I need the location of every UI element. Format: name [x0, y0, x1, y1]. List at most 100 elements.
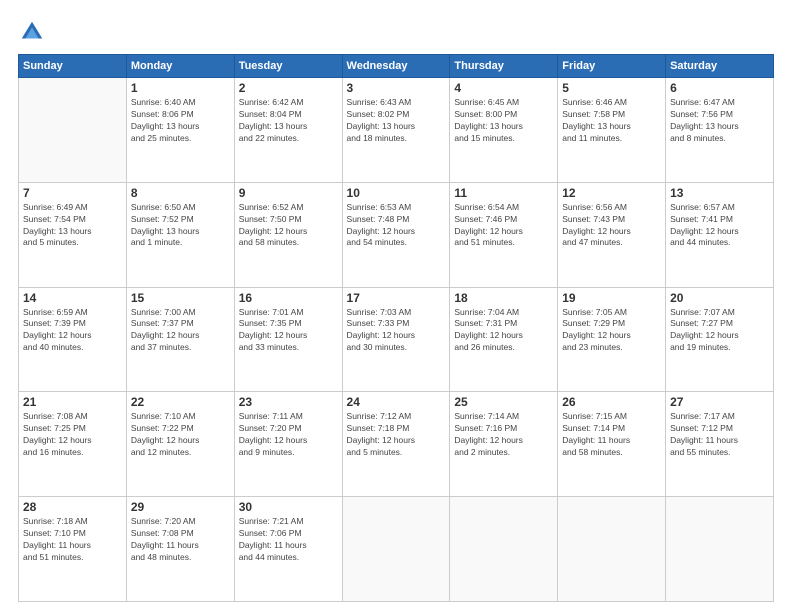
weekday-header-friday: Friday [558, 55, 666, 78]
day-info: Sunrise: 7:12 AM Sunset: 7:18 PM Dayligh… [347, 411, 446, 459]
day-info: Sunrise: 6:56 AM Sunset: 7:43 PM Dayligh… [562, 202, 661, 250]
day-number: 17 [347, 291, 446, 305]
day-number: 11 [454, 186, 553, 200]
day-info: Sunrise: 6:47 AM Sunset: 7:56 PM Dayligh… [670, 97, 769, 145]
day-info: Sunrise: 7:07 AM Sunset: 7:27 PM Dayligh… [670, 307, 769, 355]
day-number: 14 [23, 291, 122, 305]
day-info: Sunrise: 6:49 AM Sunset: 7:54 PM Dayligh… [23, 202, 122, 250]
calendar-cell: 9Sunrise: 6:52 AM Sunset: 7:50 PM Daylig… [234, 182, 342, 287]
day-info: Sunrise: 6:59 AM Sunset: 7:39 PM Dayligh… [23, 307, 122, 355]
day-number: 29 [131, 500, 230, 514]
weekday-header-monday: Monday [126, 55, 234, 78]
calendar-cell: 22 Sunrise: 7:10 AM Sunset: 7:22 PM Dayli… [126, 392, 234, 497]
day-info: Sunrise: 7:05 AM Sunset: 7:29 PM Dayligh… [562, 307, 661, 355]
calendar-cell: 30 Sunrise: 7:21 AM Sunset: 7:06 PM Dayli… [234, 497, 342, 602]
day-number: 12 [562, 186, 661, 200]
day-number: 4 [454, 81, 553, 95]
day-info: Sunrise: 6:54 AM Sunset: 7:46 PM Dayligh… [454, 202, 553, 250]
calendar-cell: 17Sunrise: 7:03 AM Sunset: 7:33 PM Dayli… [342, 287, 450, 392]
day-info: Sunrise: 6:43 AM Sunset: 8:02 PM Dayligh… [347, 97, 446, 145]
day-info: Sunrise: 6:57 AM Sunset: 7:41 PM Dayligh… [670, 202, 769, 250]
day-info: Sunrise: 7:20 AM Sunset: 7:08 PM Dayligh… [131, 516, 230, 564]
calendar-cell: 5 Sunrise: 6:46 AM Sunset: 7:58 PM Daylig… [558, 78, 666, 183]
calendar-cell: 21 Sunrise: 7:08 AM Sunset: 7:25 PM Dayli… [19, 392, 127, 497]
calendar-cell: 13 Sunrise: 6:57 AM Sunset: 7:41 PM Dayli… [666, 182, 774, 287]
day-info: Sunrise: 7:04 AM Sunset: 7:31 PM Dayligh… [454, 307, 553, 355]
day-info: Sunrise: 6:42 AM Sunset: 8:04 PM Dayligh… [239, 97, 338, 145]
day-number: 24 [347, 395, 446, 409]
day-number: 23 [239, 395, 338, 409]
day-info: Sunrise: 6:46 AM Sunset: 7:58 PM Dayligh… [562, 97, 661, 145]
calendar-week-row: 1Sunrise: 6:40 AM Sunset: 8:06 PM Daylig… [19, 78, 774, 183]
day-info: Sunrise: 6:52 AM Sunset: 7:50 PM Dayligh… [239, 202, 338, 250]
calendar-cell: 16 Sunrise: 7:01 AM Sunset: 7:35 PM Dayli… [234, 287, 342, 392]
day-number: 8 [131, 186, 230, 200]
day-info: Sunrise: 7:01 AM Sunset: 7:35 PM Dayligh… [239, 307, 338, 355]
calendar-cell: 25Sunrise: 7:14 AM Sunset: 7:16 PM Dayli… [450, 392, 558, 497]
logo [18, 18, 50, 46]
page-header [18, 18, 774, 46]
calendar-week-row: 7 Sunrise: 6:49 AM Sunset: 7:54 PM Daylig… [19, 182, 774, 287]
day-number: 19 [562, 291, 661, 305]
calendar-cell: 6 Sunrise: 6:47 AM Sunset: 7:56 PM Daylig… [666, 78, 774, 183]
weekday-header-thursday: Thursday [450, 55, 558, 78]
day-number: 20 [670, 291, 769, 305]
day-info: Sunrise: 7:21 AM Sunset: 7:06 PM Dayligh… [239, 516, 338, 564]
weekday-header-wednesday: Wednesday [342, 55, 450, 78]
calendar-cell: 27Sunrise: 7:17 AM Sunset: 7:12 PM Dayli… [666, 392, 774, 497]
day-info: Sunrise: 7:17 AM Sunset: 7:12 PM Dayligh… [670, 411, 769, 459]
day-number: 2 [239, 81, 338, 95]
calendar-cell: 18 Sunrise: 7:04 AM Sunset: 7:31 PM Dayli… [450, 287, 558, 392]
day-number: 3 [347, 81, 446, 95]
calendar-cell: 20 Sunrise: 7:07 AM Sunset: 7:27 PM Dayli… [666, 287, 774, 392]
day-info: Sunrise: 6:40 AM Sunset: 8:06 PM Dayligh… [131, 97, 230, 145]
day-number: 10 [347, 186, 446, 200]
day-number: 28 [23, 500, 122, 514]
day-info: Sunrise: 7:15 AM Sunset: 7:14 PM Dayligh… [562, 411, 661, 459]
day-number: 16 [239, 291, 338, 305]
day-number: 6 [670, 81, 769, 95]
weekday-header-saturday: Saturday [666, 55, 774, 78]
calendar-cell [450, 497, 558, 602]
day-number: 13 [670, 186, 769, 200]
calendar-cell: 14 Sunrise: 6:59 AM Sunset: 7:39 PM Dayli… [19, 287, 127, 392]
day-number: 22 [131, 395, 230, 409]
calendar-cell: 24 Sunrise: 7:12 AM Sunset: 7:18 PM Dayli… [342, 392, 450, 497]
day-number: 7 [23, 186, 122, 200]
calendar-cell: 29 Sunrise: 7:20 AM Sunset: 7:08 PM Dayli… [126, 497, 234, 602]
calendar-cell: 26 Sunrise: 7:15 AM Sunset: 7:14 PM Dayli… [558, 392, 666, 497]
calendar-cell [666, 497, 774, 602]
calendar-cell: 3 Sunrise: 6:43 AM Sunset: 8:02 PM Daylig… [342, 78, 450, 183]
weekday-header-row: SundayMondayTuesdayWednesdayThursdayFrid… [19, 55, 774, 78]
calendar-cell: 12 Sunrise: 6:56 AM Sunset: 7:43 PM Dayli… [558, 182, 666, 287]
day-info: Sunrise: 6:53 AM Sunset: 7:48 PM Dayligh… [347, 202, 446, 250]
day-info: Sunrise: 7:08 AM Sunset: 7:25 PM Dayligh… [23, 411, 122, 459]
calendar-cell [558, 497, 666, 602]
calendar-week-row: 14 Sunrise: 6:59 AM Sunset: 7:39 PM Dayli… [19, 287, 774, 392]
calendar-cell [19, 78, 127, 183]
calendar-cell: 11 Sunrise: 6:54 AM Sunset: 7:46 PM Dayli… [450, 182, 558, 287]
day-info: Sunrise: 6:50 AM Sunset: 7:52 PM Dayligh… [131, 202, 230, 250]
calendar-cell: 23 Sunrise: 7:11 AM Sunset: 7:20 PM Dayli… [234, 392, 342, 497]
day-number: 30 [239, 500, 338, 514]
logo-icon [18, 18, 46, 46]
day-info: Sunrise: 7:10 AM Sunset: 7:22 PM Dayligh… [131, 411, 230, 459]
calendar-week-row: 28Sunrise: 7:18 AM Sunset: 7:10 PM Dayli… [19, 497, 774, 602]
day-number: 18 [454, 291, 553, 305]
day-info: Sunrise: 7:11 AM Sunset: 7:20 PM Dayligh… [239, 411, 338, 459]
calendar-week-row: 21 Sunrise: 7:08 AM Sunset: 7:25 PM Dayli… [19, 392, 774, 497]
weekday-header-tuesday: Tuesday [234, 55, 342, 78]
calendar-cell: 4Sunrise: 6:45 AM Sunset: 8:00 PM Daylig… [450, 78, 558, 183]
day-number: 15 [131, 291, 230, 305]
calendar-table: SundayMondayTuesdayWednesdayThursdayFrid… [18, 54, 774, 602]
calendar-cell: 8 Sunrise: 6:50 AM Sunset: 7:52 PM Daylig… [126, 182, 234, 287]
day-info: Sunrise: 7:14 AM Sunset: 7:16 PM Dayligh… [454, 411, 553, 459]
calendar-cell [342, 497, 450, 602]
day-number: 5 [562, 81, 661, 95]
weekday-header-sunday: Sunday [19, 55, 127, 78]
day-info: Sunrise: 7:00 AM Sunset: 7:37 PM Dayligh… [131, 307, 230, 355]
day-number: 21 [23, 395, 122, 409]
day-number: 26 [562, 395, 661, 409]
calendar-cell: 2 Sunrise: 6:42 AM Sunset: 8:04 PM Daylig… [234, 78, 342, 183]
calendar-cell: 10 Sunrise: 6:53 AM Sunset: 7:48 PM Dayli… [342, 182, 450, 287]
